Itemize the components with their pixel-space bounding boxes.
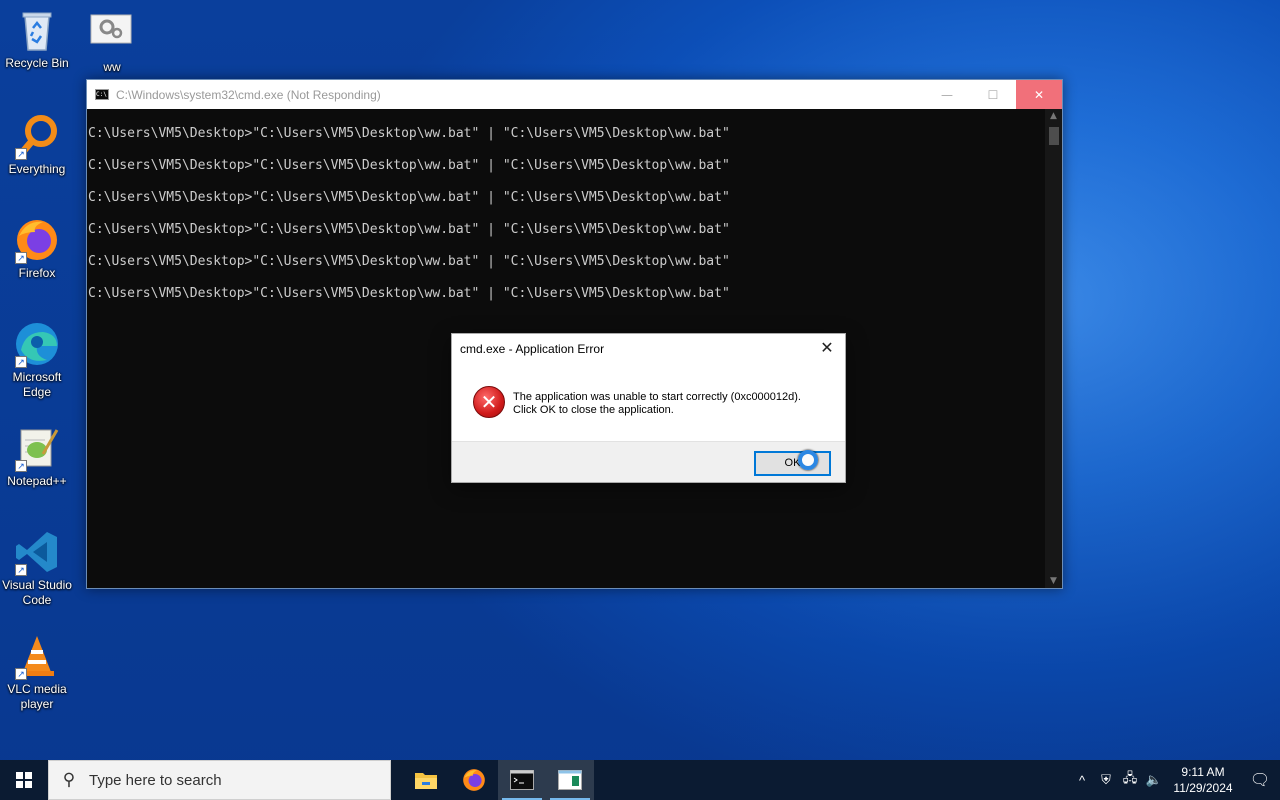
desktop-icon-firefox[interactable]: ↗ Firefox: [0, 216, 74, 281]
close-icon: ✕: [820, 338, 834, 357]
close-icon: ✕: [1033, 87, 1045, 102]
vscode-icon: ↗: [13, 528, 61, 576]
shortcut-arrow-icon: ↗: [15, 460, 27, 472]
maximize-button[interactable]: ☐: [970, 80, 1016, 109]
busy-cursor-icon: [798, 450, 818, 470]
minimize-icon: —: [941, 87, 953, 102]
taskbar-cmd[interactable]: [498, 760, 546, 800]
console-line: C:\Users\VM5\Desktop>"C:\Users\VM5\Deskt…: [88, 190, 730, 205]
console-line: C:\Users\VM5\Desktop>"C:\Users\VM5\Deskt…: [88, 126, 730, 141]
taskbar-file-explorer[interactable]: [402, 760, 450, 800]
batch-file-icon: [88, 10, 136, 58]
console-line: C:\Users\VM5\Desktop>"C:\Users\VM5\Deskt…: [88, 286, 730, 301]
search-icon: ⚲: [62, 770, 76, 789]
desktop-icon-notepadpp[interactable]: ↗ Notepad++: [0, 424, 74, 489]
dialog-title: cmd.exe - Application Error: [460, 342, 605, 356]
shortcut-arrow-icon: ↗: [15, 564, 27, 576]
close-button[interactable]: ✕: [1016, 80, 1062, 109]
console-line: C:\Users\VM5\Desktop>"C:\Users\VM5\Deskt…: [88, 222, 730, 237]
notification-center-icon[interactable]: 🗨: [1240, 770, 1280, 790]
network-icon[interactable]: 🖧: [1118, 769, 1142, 791]
security-center-icon[interactable]: ⛨: [1094, 772, 1118, 788]
clock-date: 11/29/2024: [1173, 781, 1233, 795]
edge-icon: ↗: [13, 320, 61, 368]
taskbar-firefox[interactable]: [450, 760, 498, 800]
desktop-icon-label: Recycle Bin: [5, 56, 69, 70]
shortcut-arrow-icon: ↗: [15, 668, 27, 680]
cmd-titlebar[interactable]: C:\ C:\Windows\system32\cmd.exe (Not Res…: [87, 80, 1062, 109]
shortcut-arrow-icon: ↗: [15, 252, 27, 264]
dialog-message-line: Click OK to close the application.: [513, 404, 674, 416]
minimize-button[interactable]: —: [924, 80, 970, 109]
everything-search-icon: ↗: [13, 112, 61, 160]
system-tray: ^ ⛨ 🖧 🔈 9:11 AM 11/29/2024 🗨: [1070, 760, 1280, 800]
notepadpp-icon: ↗: [13, 424, 61, 472]
desktop-icon-label: Visual Studio Code: [2, 578, 72, 607]
firefox-icon: [463, 769, 485, 791]
desktop-icon-ww[interactable]: ww: [75, 10, 149, 75]
clock-time: 9:11 AM: [1181, 765, 1225, 779]
dialog-message-line: The application was unable to start corr…: [513, 391, 801, 403]
recycle-bin-icon: [13, 6, 61, 54]
start-button[interactable]: [0, 760, 48, 800]
window-icon: [558, 770, 582, 790]
cmd-icon: [510, 770, 534, 790]
cmd-icon: C:\: [95, 89, 109, 100]
cmd-window-title: C:\Windows\system32\cmd.exe (Not Respond…: [116, 87, 381, 102]
dialog-footer: OK: [452, 441, 845, 482]
chevron-up-icon[interactable]: ^: [1070, 773, 1094, 788]
firefox-icon: ↗: [13, 216, 61, 264]
desktop-icon-label: Firefox: [18, 266, 56, 280]
file-explorer-icon: [415, 773, 437, 789]
taskbar-search-box[interactable]: ⚲ Type here to search: [48, 760, 391, 800]
dialog-message: The application was unable to start corr…: [513, 391, 801, 417]
desktop-icon-recycle-bin[interactable]: Recycle Bin: [0, 6, 74, 71]
desktop-icon-label: Notepad++: [7, 474, 67, 488]
taskbar-error-window[interactable]: [546, 760, 594, 800]
vertical-scrollbar[interactable]: ▲ ▼: [1045, 109, 1062, 588]
scroll-up-icon[interactable]: ▲: [1045, 111, 1062, 121]
taskbar: ⚲ Type here to search ^ ⛨ 🖧 🔈 9:11 AM 11…: [0, 760, 1280, 800]
error-icon: ✕: [473, 386, 505, 418]
vlc-cone-icon: ↗: [13, 632, 61, 680]
maximize-icon: ☐: [987, 87, 999, 102]
desktop-icon-vscode[interactable]: ↗ Visual Studio Code: [0, 528, 74, 608]
volume-muted-icon[interactable]: 🔈: [1142, 772, 1166, 788]
desktop-icon-label: Everything: [8, 162, 66, 176]
clock[interactable]: 9:11 AM 11/29/2024: [1166, 764, 1240, 796]
desktop-icon-label: ww: [103, 60, 121, 74]
ok-button[interactable]: OK: [754, 451, 831, 476]
scrollbar-thumb[interactable]: [1049, 127, 1059, 145]
search-placeholder: Type here to search: [89, 771, 222, 789]
windows-logo-icon: [16, 772, 32, 788]
console-line: C:\Users\VM5\Desktop>"C:\Users\VM5\Deskt…: [88, 158, 730, 173]
dialog-close-button[interactable]: ✕: [815, 337, 839, 359]
application-error-dialog[interactable]: cmd.exe - Application Error ✕ ✕ The appl…: [451, 333, 846, 483]
desktop-icon-edge[interactable]: ↗ Microsoft Edge: [0, 320, 74, 400]
scroll-down-icon[interactable]: ▼: [1045, 576, 1062, 586]
shortcut-arrow-icon: ↗: [15, 356, 27, 368]
desktop-icon-everything[interactable]: ↗ Everything: [0, 112, 74, 177]
desktop-icon-label: Microsoft Edge: [12, 370, 62, 399]
shortcut-arrow-icon: ↗: [15, 148, 27, 160]
console-line: C:\Users\VM5\Desktop>"C:\Users\VM5\Deskt…: [88, 254, 730, 269]
desktop-icon-vlc[interactable]: ↗ VLC media player: [0, 632, 74, 712]
desktop-icon-label: VLC media player: [7, 682, 67, 711]
